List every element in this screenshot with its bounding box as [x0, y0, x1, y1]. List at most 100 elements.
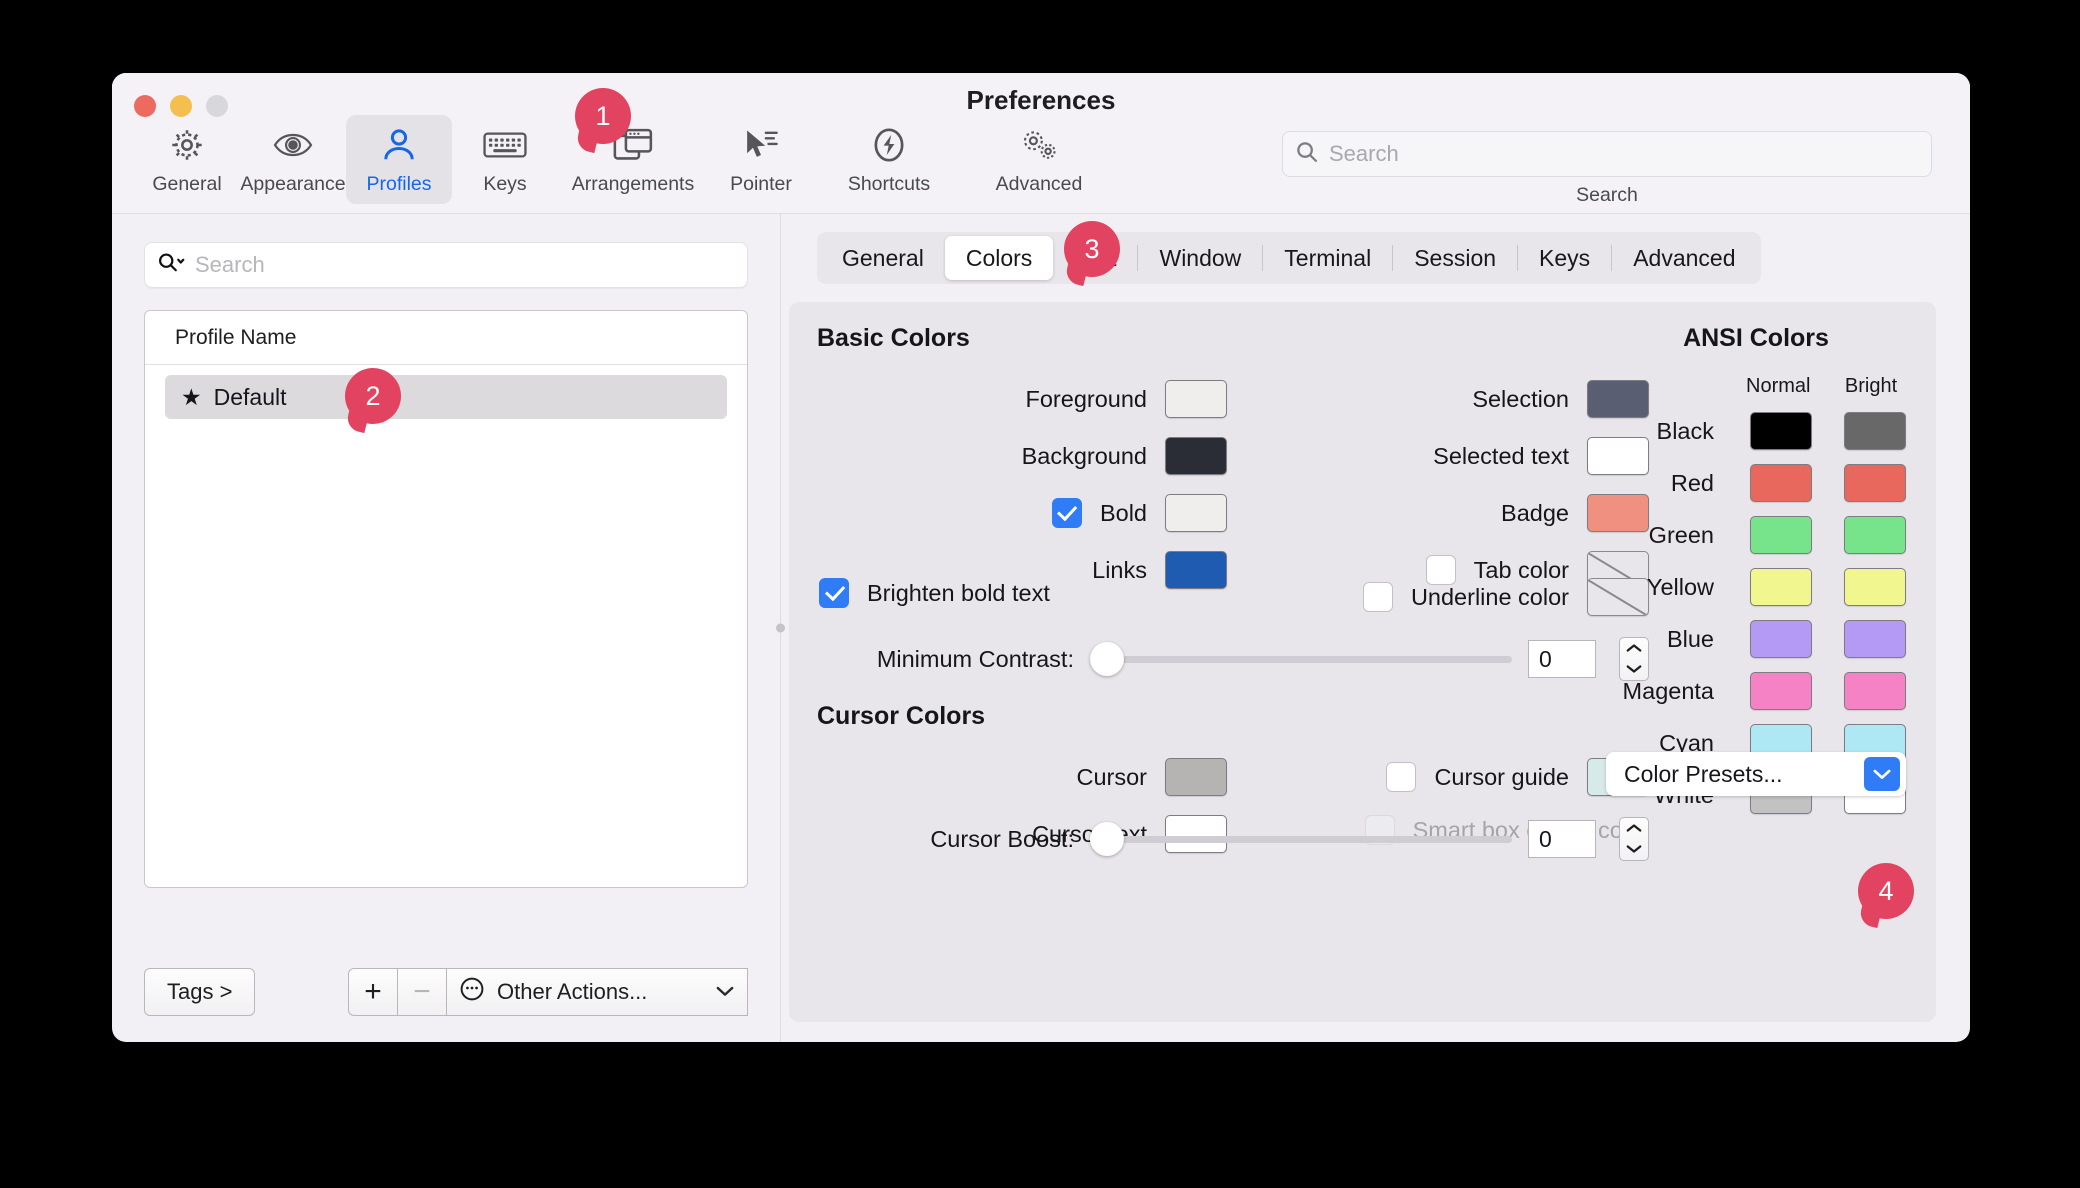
basic-colors-right-column: Selection Selected text Badge Tab color [1259, 380, 1649, 589]
add-profile-button[interactable]: + [348, 968, 398, 1016]
toolbar-search: Search Search [1282, 131, 1932, 207]
cursor-guide-row: Cursor guide [1259, 758, 1649, 796]
window-titlebar: Preferences General Appearance Profiles … [112, 73, 1970, 213]
toolbar-item-label: Keys [483, 173, 527, 195]
gear-icon [169, 125, 205, 165]
selected-text-label: Selected text [1433, 442, 1569, 469]
tab-keys[interactable]: Keys [1518, 236, 1611, 280]
ansi-colors-title: ANSI Colors [1683, 324, 1829, 352]
ansi-column-normal: Normal [1746, 375, 1811, 397]
cursor-guide-checkbox[interactable] [1386, 762, 1417, 792]
cursor-boost-row: Cursor Boost: 0 [819, 817, 1649, 861]
background-swatch[interactable] [1165, 437, 1227, 475]
ansi-row-label: Blue [1666, 625, 1714, 652]
search-dropdown-icon [157, 251, 187, 280]
color-presets-label: Color Presets... [1624, 760, 1783, 787]
toolbar-item-pointer[interactable]: Pointer [708, 115, 814, 204]
minimum-contrast-label: Minimum Contrast: [876, 645, 1074, 672]
sidebar-search-input[interactable]: Search [144, 242, 748, 288]
ansi-row-yellow: Yellow [1606, 568, 1906, 606]
minimum-contrast-value[interactable]: 0 [1528, 640, 1596, 678]
toolbar-item-shortcuts[interactable]: Shortcuts [814, 115, 964, 204]
search-input[interactable]: Search [1282, 131, 1932, 177]
ansi-normal-swatch[interactable] [1750, 620, 1812, 658]
cursor-label: Cursor [1076, 763, 1147, 790]
ansi-row-label: Red [1670, 469, 1714, 496]
underline-color-checkbox[interactable] [1362, 582, 1393, 612]
underline-color-row: Underline color [1259, 578, 1649, 616]
toolbar-item-advanced[interactable]: Advanced [964, 115, 1114, 204]
toolbar-item-label: Shortcuts [847, 173, 931, 195]
annotation-badge-3: 3 [1064, 221, 1120, 277]
chevron-down-icon[interactable] [1864, 757, 1900, 791]
toolbar-item-label: Profiles [366, 173, 432, 195]
foreground-swatch[interactable] [1165, 380, 1227, 418]
cursor-boost-label: Cursor Boost: [930, 825, 1074, 852]
cursor-swatch[interactable] [1165, 758, 1227, 796]
toolbar-item-general[interactable]: General [134, 115, 240, 204]
search-icon [1295, 140, 1319, 169]
stepper-up-icon[interactable] [1625, 820, 1643, 837]
remove-profile-button[interactable]: − [397, 968, 447, 1016]
tab-window[interactable]: Window [1138, 236, 1262, 280]
toolbar-item-label: Appearance [240, 173, 346, 195]
tab-terminal[interactable]: Terminal [1263, 236, 1392, 280]
window-title: Preferences [966, 85, 1116, 115]
cursor-colors-title: Cursor Colors [817, 702, 986, 730]
bolt-circle-icon [870, 125, 908, 165]
profile-list-column-header[interactable]: Profile Name [145, 311, 747, 365]
profile-actions-segment: + − Other Actions... [348, 968, 748, 1016]
ansi-bright-swatch[interactable] [1844, 620, 1906, 658]
sidebar-footer: Tags > + − Other Actions... [144, 968, 748, 1016]
tab-session[interactable]: Session [1393, 236, 1517, 280]
links-swatch[interactable] [1165, 551, 1227, 589]
profile-settings-panel: General Colors Text Window Terminal Sess… [781, 214, 1970, 1042]
ansi-row-black: Black [1606, 412, 1906, 450]
bold-checkbox[interactable] [1051, 498, 1082, 528]
ansi-row-magenta: Magenta [1606, 672, 1906, 710]
keyboard-icon [483, 125, 527, 165]
tab-general[interactable]: General [821, 236, 945, 280]
cursor-boost-stepper[interactable] [1619, 817, 1649, 861]
ansi-normal-swatch[interactable] [1750, 568, 1812, 606]
cursor-boost-value[interactable]: 0 [1528, 820, 1596, 858]
cursor-boost-slider[interactable] [1090, 822, 1512, 856]
tab-advanced[interactable]: Advanced [1612, 236, 1756, 280]
slider-knob[interactable] [1090, 822, 1124, 856]
window-body: Search Profile Name ★ Default Tags > + − [112, 213, 1970, 1042]
tags-button[interactable]: Tags > [144, 968, 256, 1016]
ansi-normal-swatch[interactable] [1750, 412, 1812, 450]
ansi-normal-swatch[interactable] [1750, 516, 1812, 554]
toolbar-item-appearance[interactable]: Appearance [240, 115, 346, 204]
sidebar-search-placeholder: Search [195, 252, 265, 277]
sidebar-profile-row-default[interactable]: ★ Default [165, 375, 727, 419]
profile-tabbar: General Colors Text Window Terminal Sess… [817, 232, 1761, 284]
badge-row: Badge [1259, 494, 1649, 532]
bold-swatch[interactable] [1165, 494, 1227, 532]
ansi-bright-swatch[interactable] [1844, 412, 1906, 450]
ansi-normal-swatch[interactable] [1750, 464, 1812, 502]
ansi-row-red: Red [1606, 464, 1906, 502]
selection-label: Selection [1472, 385, 1569, 412]
ansi-row-label: Yellow [1646, 573, 1714, 600]
toolbar-item-profiles[interactable]: Profiles [346, 115, 452, 204]
screenshot-stage: Preferences General Appearance Profiles … [0, 0, 2080, 1188]
minimum-contrast-row: Minimum Contrast: 0 [819, 637, 1649, 681]
ansi-normal-swatch[interactable] [1750, 672, 1812, 710]
slider-knob[interactable] [1090, 642, 1124, 676]
ansi-bright-swatch[interactable] [1844, 516, 1906, 554]
toolbar-item-label: Arrangements [571, 173, 695, 195]
ansi-bright-swatch[interactable] [1844, 568, 1906, 606]
toolbar-item-keys[interactable]: Keys [452, 115, 558, 204]
color-presets-button[interactable]: Color Presets... [1606, 752, 1906, 796]
tab-colors[interactable]: Colors [944, 236, 1054, 280]
eye-icon [273, 125, 313, 165]
ansi-bright-swatch[interactable] [1844, 464, 1906, 502]
stepper-down-icon[interactable] [1625, 841, 1643, 858]
basic-colors-title: Basic Colors [817, 324, 970, 352]
brighten-bold-text-checkbox[interactable] [819, 578, 849, 608]
other-actions-button[interactable]: Other Actions... [446, 968, 748, 1016]
minimum-contrast-slider[interactable] [1090, 642, 1512, 676]
profile-row-label: Default [213, 383, 287, 410]
ansi-bright-swatch[interactable] [1844, 672, 1906, 710]
